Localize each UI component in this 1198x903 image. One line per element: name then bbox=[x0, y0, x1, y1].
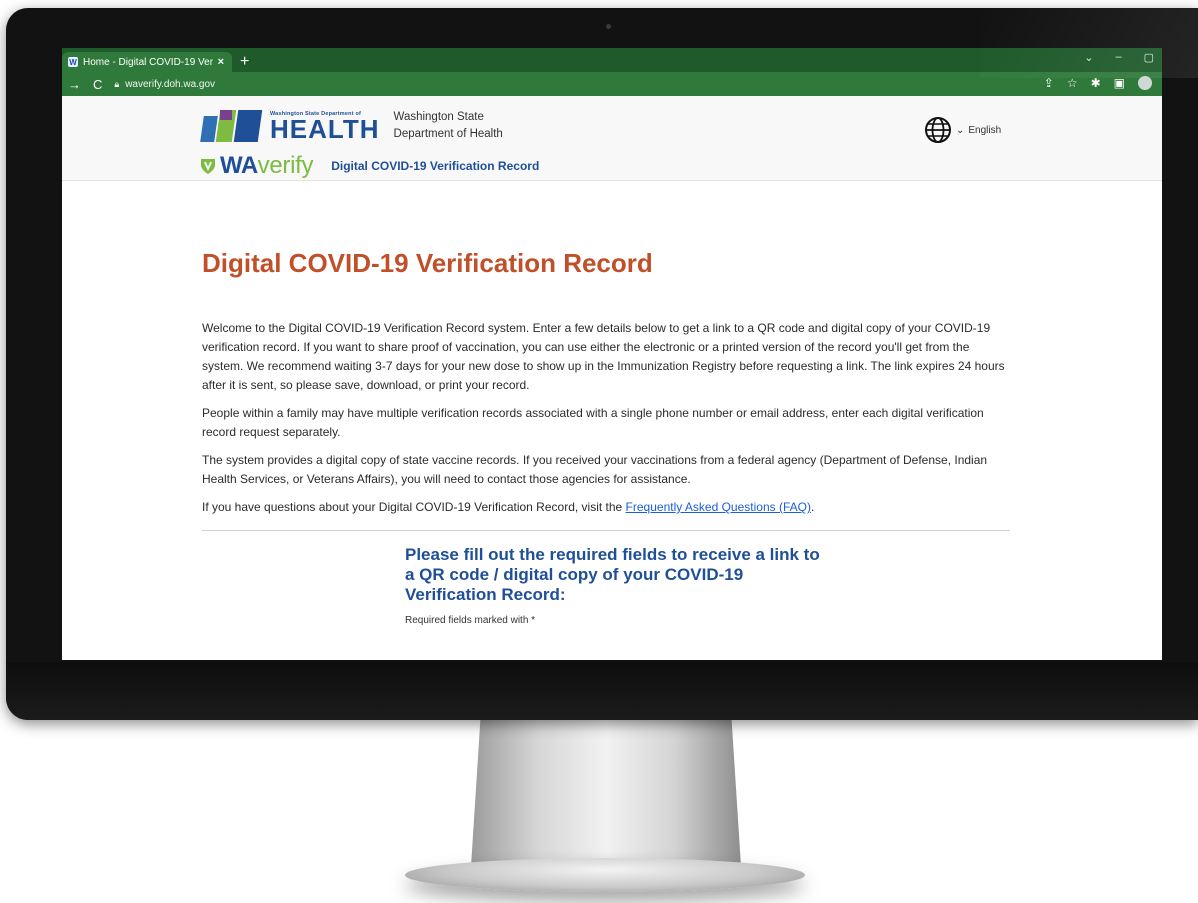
language-selector[interactable]: ⌄ English bbox=[924, 116, 1001, 144]
reload-icon[interactable]: C bbox=[93, 77, 102, 92]
extensions-icon[interactable]: ✱ bbox=[1091, 76, 1101, 90]
required-note: Required fields marked with * bbox=[405, 615, 536, 626]
address-bar-url[interactable]: waverify.doh.wa.gov bbox=[125, 79, 215, 90]
intro-paragraph: Welcome to the Digital COVID-19 Verifica… bbox=[202, 321, 1005, 392]
form-heading: Please fill out the required fields to r… bbox=[405, 545, 820, 604]
new-tab-button[interactable]: + bbox=[240, 52, 249, 72]
tab-close-icon[interactable]: × bbox=[218, 56, 224, 68]
doh-logo[interactable]: Washington State Department of HEALTH Wa… bbox=[200, 108, 503, 144]
monitor-stand bbox=[470, 712, 742, 882]
window-controls: ⌄ – ▢ bbox=[1084, 51, 1154, 64]
chevron-down-icon: ⌄ bbox=[956, 124, 965, 136]
doh-name-line2: Department of Health bbox=[393, 128, 503, 140]
language-label: English bbox=[968, 124, 1002, 136]
faq-link[interactable]: Frequently Asked Questions (FAQ) bbox=[626, 500, 811, 514]
doh-logo-mark bbox=[200, 108, 264, 144]
doh-name-line1: Washington State bbox=[393, 111, 484, 123]
doh-wordmark-big: HEALTH bbox=[270, 114, 380, 144]
share-icon[interactable]: ⇪ bbox=[1044, 76, 1054, 90]
waverify-logo-bold: WA bbox=[220, 152, 258, 179]
site-header: Washington State Department of HEALTH Wa… bbox=[62, 96, 1162, 181]
tab-search-icon[interactable]: ⌄ bbox=[1084, 51, 1093, 64]
waverify-subtitle: Digital COVID-19 Verification Record bbox=[331, 159, 540, 173]
main-content: Digital COVID-19 Verification Record Wel… bbox=[202, 248, 1010, 626]
sidebar-icon[interactable]: ▣ bbox=[1114, 76, 1125, 90]
faq-suffix: . bbox=[810, 500, 815, 514]
browser-tab[interactable]: W Home - Digital COVID-19 Verific × bbox=[62, 52, 232, 72]
monitor-screen: W Home - Digital COVID-19 Verific × + ⌄ … bbox=[62, 48, 1162, 660]
browser-tab-bar: W Home - Digital COVID-19 Verific × + ⌄ … bbox=[62, 48, 1162, 72]
minimize-button[interactable]: – bbox=[1115, 51, 1121, 64]
tab-title: Home - Digital COVID-19 Verific bbox=[83, 56, 213, 68]
monitor-base bbox=[405, 858, 805, 892]
profile-icon[interactable] bbox=[1138, 76, 1152, 90]
doh-name: Washington State Department of Health bbox=[394, 109, 503, 143]
faq-paragraph: If you have questions about your Digital… bbox=[202, 498, 1010, 517]
family-paragraph: People within a family may have multiple… bbox=[202, 406, 984, 439]
waverify-logo-light: verify bbox=[257, 152, 314, 179]
forward-arrow-icon[interactable]: → bbox=[68, 77, 81, 92]
page-title: Digital COVID-19 Verification Record bbox=[202, 248, 653, 278]
doh-wordmark: Washington State Department of HEALTH bbox=[270, 111, 380, 144]
lock-icon[interactable]: 🔒︎ bbox=[114, 79, 119, 90]
toolbar-icons: ⇪ ☆ ✱ ▣ bbox=[1044, 76, 1152, 90]
maximize-button[interactable]: ▢ bbox=[1144, 51, 1154, 64]
shield-icon bbox=[201, 159, 215, 174]
monitor-chin bbox=[6, 662, 1198, 720]
webcam bbox=[606, 24, 611, 29]
star-icon[interactable]: ☆ bbox=[1067, 76, 1078, 90]
federal-paragraph: The system provides a digital copy of st… bbox=[202, 453, 988, 486]
globe-icon bbox=[925, 117, 951, 143]
tab-favicon-icon: W bbox=[68, 57, 78, 67]
faq-prefix: If you have questions about your Digital… bbox=[202, 500, 626, 514]
divider bbox=[202, 530, 1010, 531]
waverify-brand[interactable]: WA verify Digital COVID-19 Verification … bbox=[200, 152, 539, 180]
browser-toolbar: → C 🔒︎ waverify.doh.wa.gov ⇪ ☆ ✱ ▣ bbox=[62, 72, 1162, 96]
